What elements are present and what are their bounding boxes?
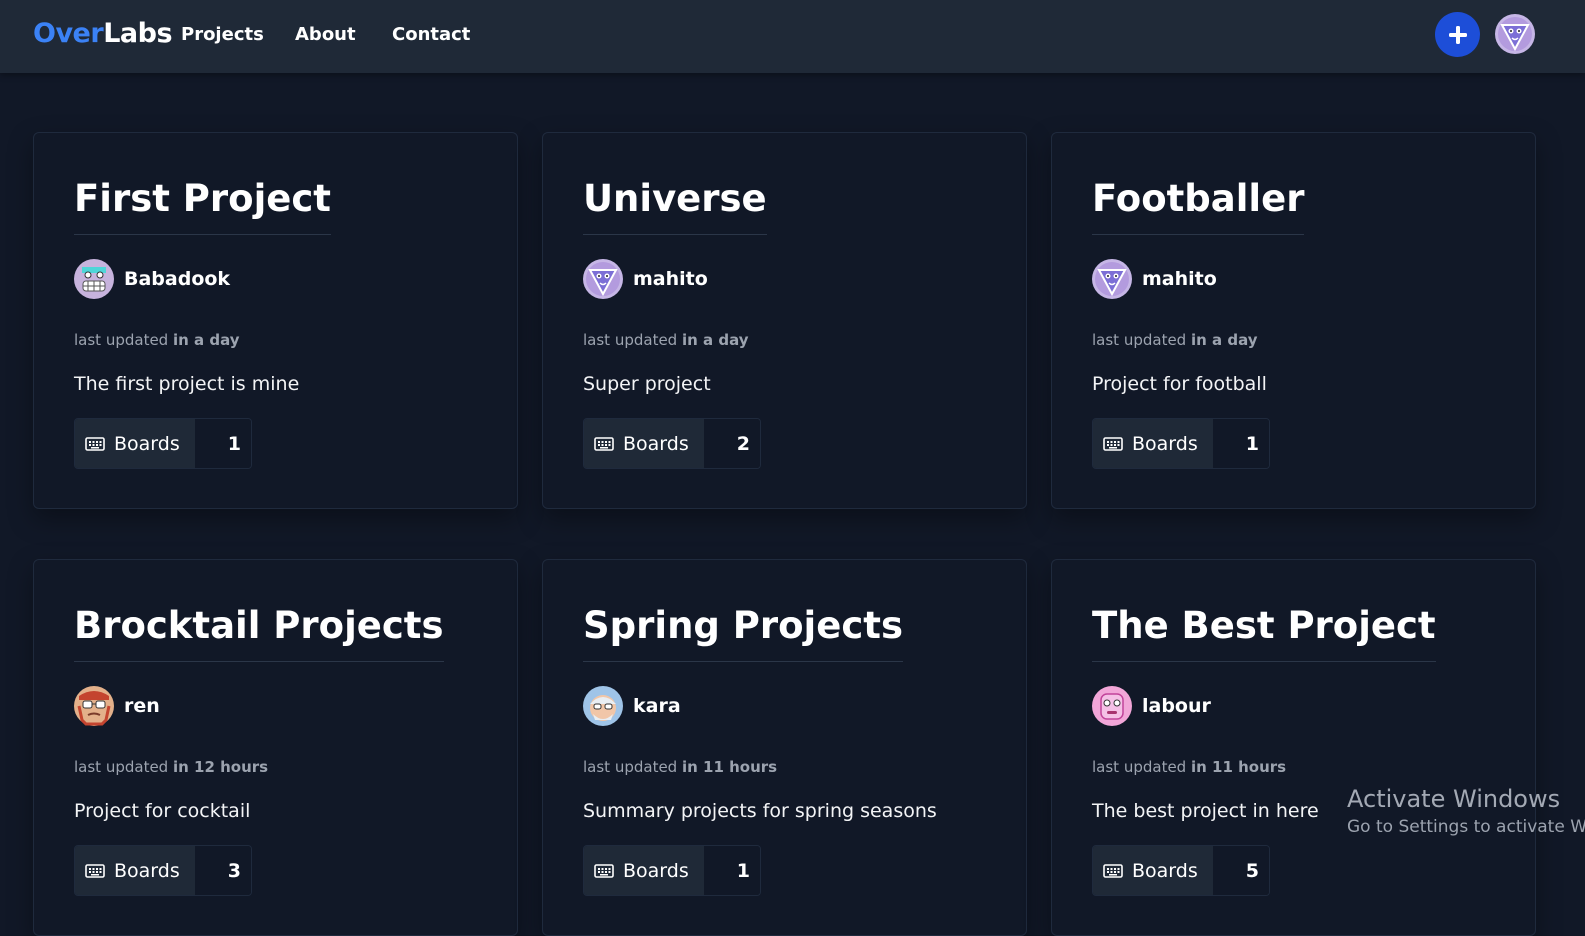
boards-count-badge[interactable]: Boards 2 [583, 418, 761, 469]
brand-part-over: Over [33, 18, 104, 49]
updated-value: in a day [172, 331, 240, 349]
project-description: Project for cocktail [74, 800, 251, 822]
project-card[interactable]: Brocktail Projects ren last updated in 1… [33, 559, 518, 936]
project-title: The Best Project [1092, 604, 1436, 662]
activate-windows-watermark: Activate Windows Go to Settings to activ… [1347, 785, 1585, 837]
project-title: Footballer [1092, 177, 1305, 235]
owner-name: ren [124, 695, 160, 717]
updated-prefix: last updated [583, 331, 678, 349]
boards-count-badge[interactable]: Boards 3 [74, 845, 252, 896]
brand-logo[interactable]: OverLabs [33, 18, 173, 49]
top-navbar: OverLabs Projects About Contact [0, 0, 1585, 73]
boards-label: Boards [1132, 432, 1198, 455]
project-description: Summary projects for spring seasons [583, 800, 937, 822]
keyboard-icon [594, 863, 614, 878]
owner-name: mahito [1142, 268, 1217, 290]
last-updated: last updated in 12 hours [74, 758, 268, 776]
boards-label: Boards [623, 859, 689, 882]
boards-count-badge[interactable]: Boards 1 [583, 845, 761, 896]
updated-prefix: last updated [583, 758, 678, 776]
last-updated: last updated in a day [583, 331, 749, 349]
project-description: Project for football [1092, 373, 1267, 395]
owner-name: mahito [633, 268, 708, 290]
project-description: Super project [583, 373, 711, 395]
last-updated: last updated in a day [1092, 331, 1258, 349]
project-card[interactable]: The Best Project labour last updated in … [1051, 559, 1536, 936]
project-owner: labour [1092, 686, 1211, 726]
project-owner: ren [74, 686, 160, 726]
boards-count: 5 [1213, 846, 1269, 895]
nav-link-projects[interactable]: Projects [181, 24, 264, 45]
keyboard-icon [85, 863, 105, 878]
project-description: The first project is mine [74, 373, 300, 395]
updated-value: in a day [681, 331, 749, 349]
updated-prefix: last updated [1092, 331, 1187, 349]
project-card[interactable]: Spring Projects kara last updated in 11 … [542, 559, 1027, 936]
owner-name: labour [1142, 695, 1211, 717]
updated-prefix: last updated [1092, 758, 1187, 776]
last-updated: last updated in a day [74, 331, 240, 349]
project-owner: kara [583, 686, 681, 726]
project-title: Brocktail Projects [74, 604, 444, 662]
keyboard-icon [1103, 863, 1123, 878]
boards-count: 1 [1213, 419, 1269, 468]
owner-avatar [1092, 259, 1132, 299]
nav-link-about[interactable]: About [295, 24, 356, 45]
owner-name: Babadook [124, 268, 231, 290]
brand-part-labs: Labs [103, 18, 173, 49]
boards-label: Boards [114, 432, 180, 455]
updated-value: in 12 hours [172, 758, 269, 776]
boards-count-badge[interactable]: Boards 1 [1092, 418, 1270, 469]
last-updated: last updated in 11 hours [583, 758, 777, 776]
project-owner: mahito [1092, 259, 1217, 299]
keyboard-icon [594, 436, 614, 451]
project-card[interactable]: Footballer mahito last updated in a day … [1051, 132, 1536, 509]
boards-count: 1 [195, 419, 251, 468]
project-owner: mahito [583, 259, 708, 299]
updated-prefix: last updated [74, 758, 169, 776]
project-card[interactable]: Universe mahito last updated in a day Su… [542, 132, 1027, 509]
user-avatar[interactable] [1495, 14, 1535, 54]
updated-value: in 11 hours [1190, 758, 1287, 776]
boards-count: 1 [704, 846, 760, 895]
owner-avatar [583, 686, 623, 726]
boards-label: Boards [1132, 859, 1198, 882]
updated-prefix: last updated [74, 331, 169, 349]
boards-count: 3 [195, 846, 251, 895]
boards-label: Boards [623, 432, 689, 455]
plus-icon [1448, 25, 1467, 44]
watermark-title: Activate Windows [1347, 785, 1561, 813]
owner-avatar [74, 259, 114, 299]
boards-count-badge[interactable]: Boards 1 [74, 418, 252, 469]
project-card[interactable]: First Project Babadook last updated in a… [33, 132, 518, 509]
keyboard-icon [1103, 436, 1123, 451]
owner-avatar [583, 259, 623, 299]
boards-count-badge[interactable]: Boards 5 [1092, 845, 1270, 896]
updated-value: in 11 hours [681, 758, 778, 776]
project-description: The best project in here [1092, 800, 1319, 822]
boards-count: 2 [704, 419, 760, 468]
owner-name: kara [633, 695, 681, 717]
project-title: Spring Projects [583, 604, 903, 662]
project-owner: Babadook [74, 259, 230, 299]
owner-avatar [74, 686, 114, 726]
keyboard-icon [85, 436, 105, 451]
nav-link-contact[interactable]: Contact [392, 24, 470, 45]
add-project-button[interactable] [1435, 12, 1480, 57]
updated-value: in a day [1190, 331, 1258, 349]
last-updated: last updated in 11 hours [1092, 758, 1286, 776]
project-title: Universe [583, 177, 767, 235]
boards-label: Boards [114, 859, 180, 882]
project-title: First Project [74, 177, 331, 235]
watermark-subtitle: Go to Settings to activate W [1347, 817, 1585, 837]
owner-avatar [1092, 686, 1132, 726]
